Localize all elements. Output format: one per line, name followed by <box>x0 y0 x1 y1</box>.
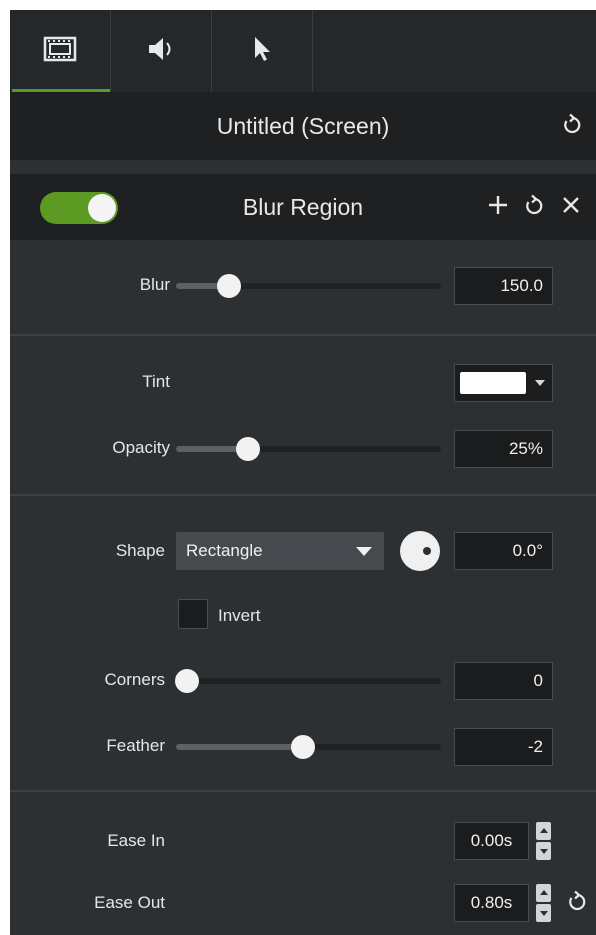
plus-icon <box>487 194 509 221</box>
shape-selected-value: Rectangle <box>186 541 263 560</box>
blur-label: Blur <box>139 275 170 294</box>
cursor-icon <box>250 34 274 69</box>
section-gap <box>10 160 596 174</box>
ease-out-field[interactable]: 0.80s <box>454 884 529 922</box>
tint-color-swatch <box>460 372 526 394</box>
reset-effect-button[interactable] <box>520 193 548 221</box>
increment-button[interactable] <box>536 822 551 840</box>
ease-in-label: Ease In <box>107 831 165 850</box>
section-divider <box>10 494 596 496</box>
blur-slider[interactable] <box>176 271 441 301</box>
slider-thumb[interactable] <box>291 735 316 759</box>
properties-tabbar <box>10 10 596 92</box>
ease-in-field[interactable]: 0.00s <box>454 822 529 860</box>
shape-label: Shape <box>115 541 165 560</box>
slider-fill <box>176 744 304 750</box>
add-keyframe-button[interactable] <box>484 193 512 221</box>
feather-label: Feather <box>106 736 165 755</box>
opacity-slider[interactable] <box>176 434 441 464</box>
slider-thumb[interactable] <box>235 437 260 461</box>
effect-enable-toggle[interactable] <box>40 192 118 224</box>
reset-icon <box>523 194 545 221</box>
ease-in-stepper <box>536 822 551 860</box>
remove-effect-button[interactable] <box>557 193 585 221</box>
film-icon <box>43 36 77 67</box>
tint-color-picker[interactable] <box>454 364 553 402</box>
increment-button[interactable] <box>536 884 551 902</box>
chevron-down-icon <box>356 547 372 556</box>
tab-visual-properties[interactable] <box>10 10 111 92</box>
slider-thumb[interactable] <box>217 274 241 298</box>
rotation-angle-field[interactable]: 0.0° <box>454 532 553 570</box>
effect-header: Blur Region <box>10 174 596 240</box>
reset-icon <box>566 890 588 917</box>
close-icon <box>561 195 581 220</box>
properties-panel: Untitled (Screen) Blur Region Blur 150.0… <box>10 10 596 935</box>
chevron-down-icon <box>535 380 545 386</box>
ease-out-stepper <box>536 884 551 922</box>
blur-value-field[interactable]: 150.0 <box>454 267 553 305</box>
invert-checkbox[interactable] <box>178 599 208 629</box>
slider-thumb[interactable] <box>174 669 199 693</box>
reset-all-button[interactable] <box>558 112 586 140</box>
tint-label: Tint <box>142 372 170 391</box>
feather-slider[interactable] <box>176 732 441 762</box>
slider-track <box>176 678 441 684</box>
corners-label: Corners <box>104 670 165 689</box>
section-divider <box>10 334 596 336</box>
decrement-button[interactable] <box>536 904 551 922</box>
decrement-button[interactable] <box>536 842 551 860</box>
reset-icon <box>561 113 583 140</box>
ease-out-label: Ease Out <box>94 893 165 912</box>
media-title-bar: Untitled (Screen) <box>10 92 596 160</box>
tab-audio-properties[interactable] <box>111 10 212 92</box>
toggle-knob <box>88 194 116 222</box>
section-divider <box>10 790 596 792</box>
media-title: Untitled (Screen) <box>216 112 390 139</box>
corners-slider[interactable] <box>174 666 441 696</box>
tab-cursor-properties[interactable] <box>212 10 313 92</box>
corners-value-field[interactable]: 0 <box>454 662 553 700</box>
invert-label: Invert <box>218 606 261 625</box>
rotation-dial[interactable] <box>400 531 440 571</box>
reset-ease-out-button[interactable] <box>563 889 591 917</box>
shape-select[interactable]: Rectangle <box>176 532 384 570</box>
dial-indicator <box>423 547 431 555</box>
speaker-icon <box>146 35 176 68</box>
opacity-value-field[interactable]: 25% <box>454 430 553 468</box>
feather-value-field[interactable]: -2 <box>454 728 553 766</box>
opacity-label: Opacity <box>112 438 170 457</box>
